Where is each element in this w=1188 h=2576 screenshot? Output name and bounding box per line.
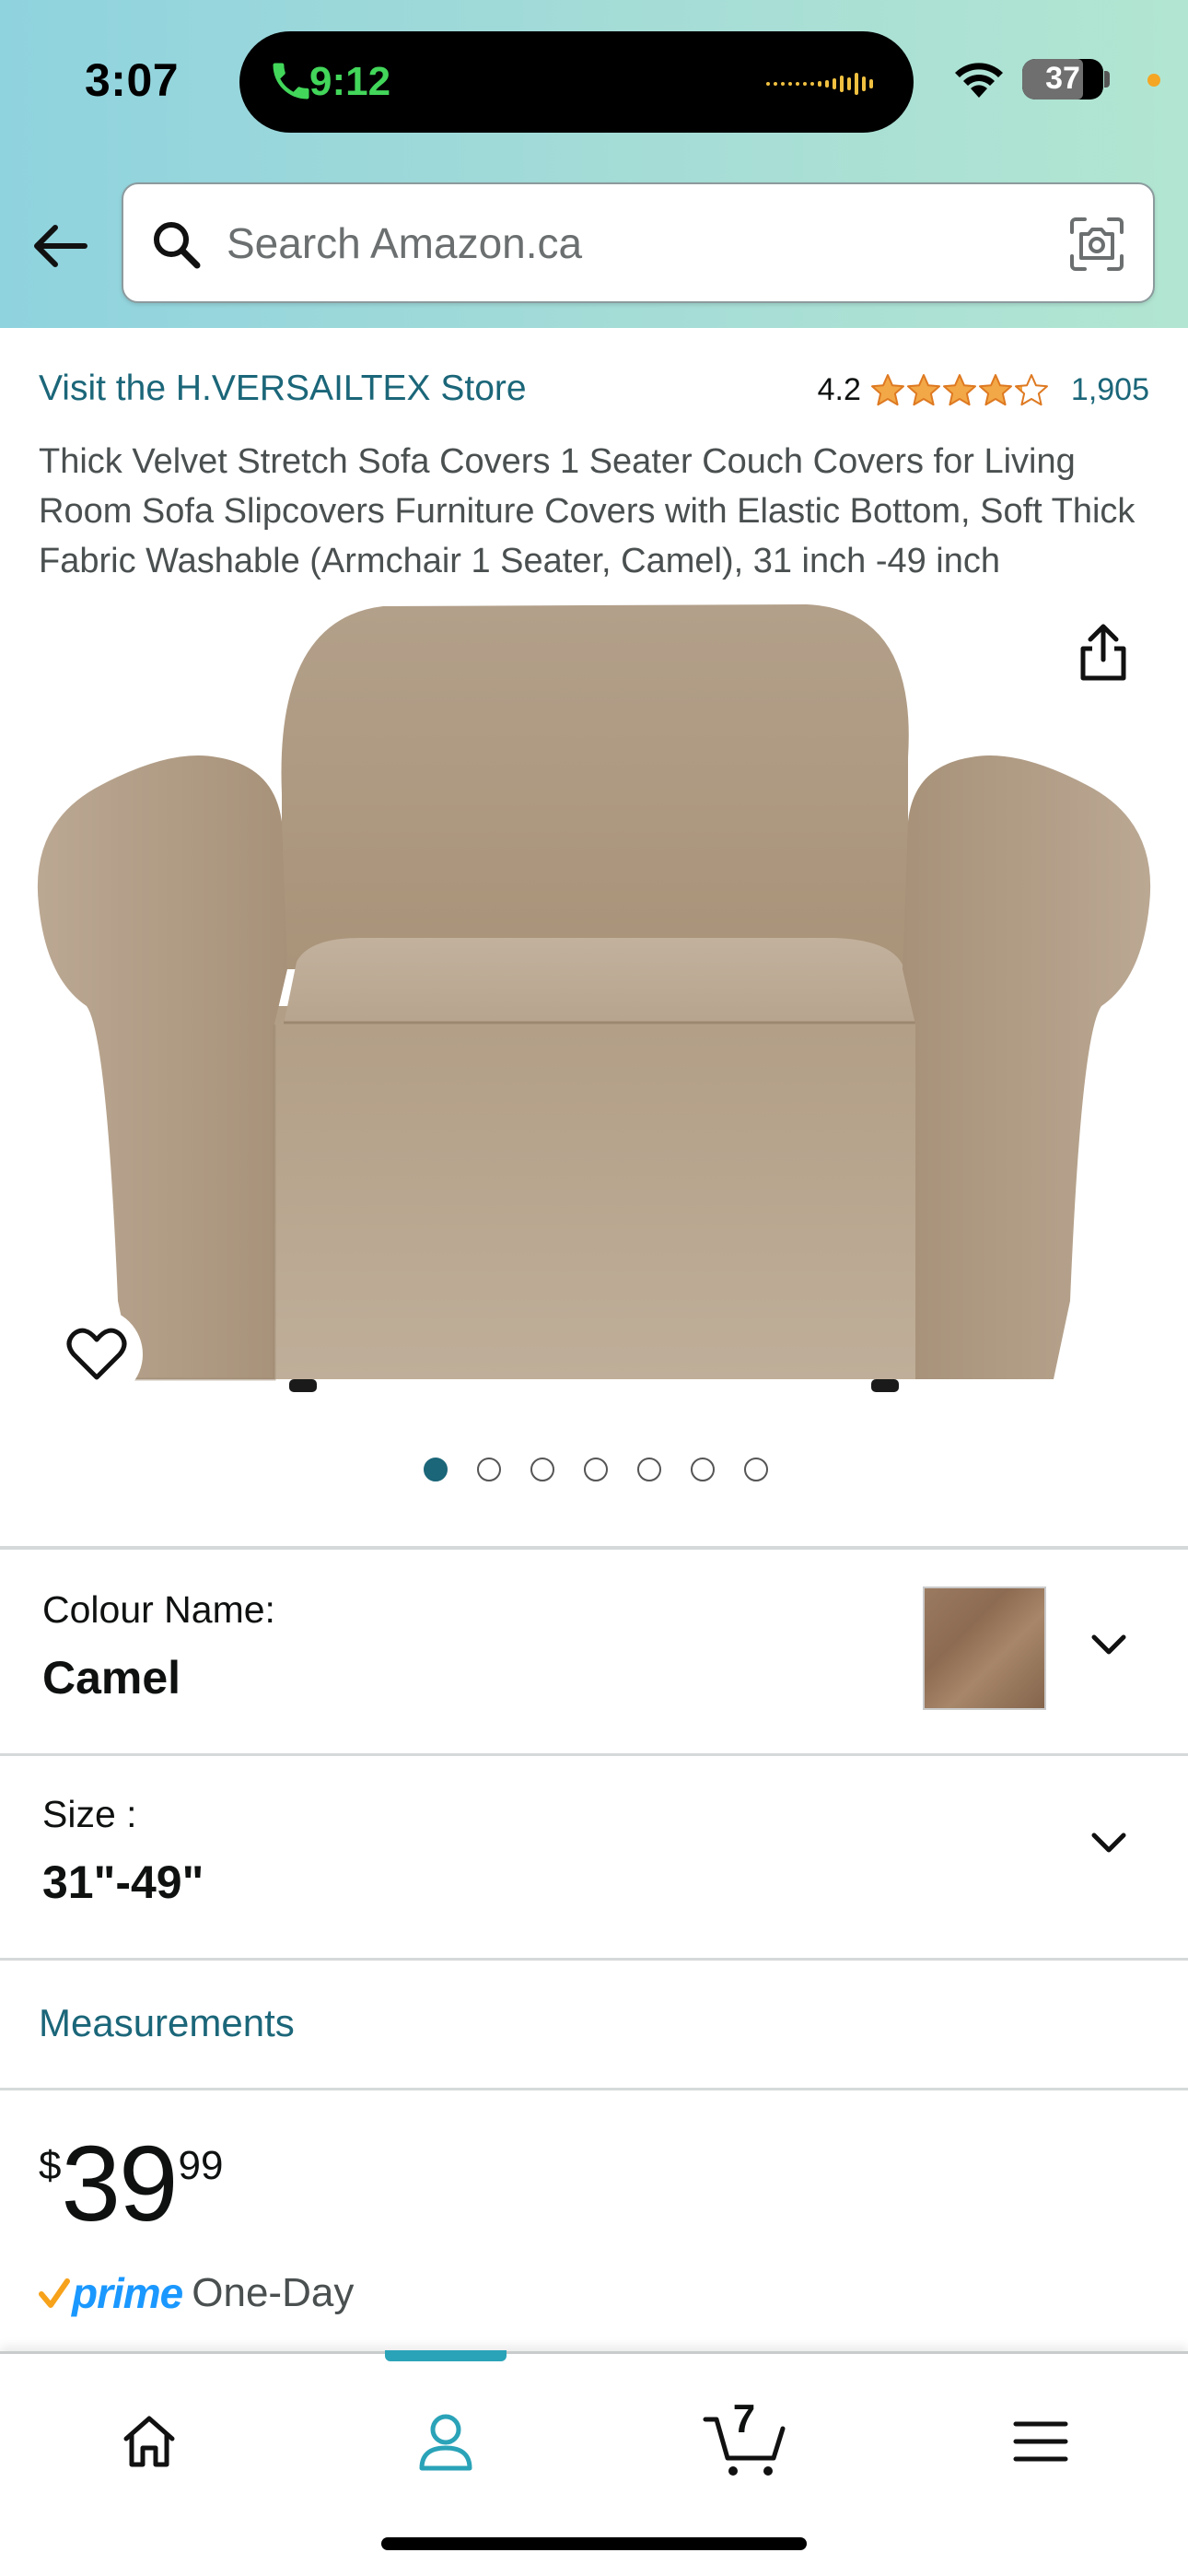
home-icon bbox=[123, 2416, 175, 2467]
star-icon bbox=[942, 373, 976, 405]
mic-indicator bbox=[1147, 74, 1160, 87]
battery-cap bbox=[1104, 71, 1110, 88]
divider bbox=[0, 1958, 1188, 1961]
divider bbox=[0, 2088, 1188, 2090]
product-title: Thick Velvet Stretch Sofa Covers 1 Seate… bbox=[39, 442, 1136, 580]
price-whole: 39 bbox=[61, 2124, 178, 2243]
product-image[interactable] bbox=[33, 601, 1155, 1402]
tab-cart[interactable]: 7 bbox=[689, 2391, 799, 2492]
search-bar[interactable] bbox=[122, 182, 1155, 303]
home-indicator[interactable] bbox=[381, 2537, 807, 2550]
tab-menu[interactable] bbox=[985, 2391, 1096, 2492]
rating-summary[interactable]: 4.2 1,905 bbox=[818, 372, 1149, 408]
top-header: 3:07 9:12 37 bbox=[0, 0, 1188, 328]
tab-home[interactable] bbox=[94, 2391, 204, 2492]
prime-delivery: prime One-Day bbox=[39, 2268, 354, 2318]
star-icon bbox=[1014, 373, 1048, 405]
chevron-down-icon[interactable] bbox=[1083, 1619, 1135, 1670]
back-arrow-icon bbox=[34, 225, 87, 267]
colour-selector[interactable]: Colour Name: Camel bbox=[0, 1550, 1188, 1754]
battery-icon: 37 bbox=[1022, 59, 1103, 100]
size-selector[interactable]: Size : 31"-49" bbox=[0, 1756, 1188, 1959]
battery-level: 37 bbox=[1045, 61, 1080, 96]
carousel-dot[interactable] bbox=[477, 1458, 501, 1481]
camera-lens-icon[interactable] bbox=[1068, 216, 1125, 273]
prime-check-icon bbox=[39, 2278, 70, 2308]
carousel-dot[interactable] bbox=[637, 1458, 661, 1481]
colour-swatch[interactable] bbox=[923, 1587, 1046, 1710]
call-duration: 9:12 bbox=[309, 59, 391, 104]
rating-number: 4.2 bbox=[817, 372, 861, 407]
menu-icon bbox=[1013, 2421, 1068, 2462]
active-tab-indicator bbox=[385, 2350, 507, 2361]
search-icon bbox=[154, 222, 201, 269]
carousel-dot[interactable] bbox=[584, 1458, 608, 1481]
size-label: Size : bbox=[42, 1793, 137, 1835]
search-input[interactable] bbox=[227, 206, 1037, 280]
carousel-dot[interactable] bbox=[424, 1458, 448, 1481]
heart-icon bbox=[66, 1328, 127, 1380]
prime-logo: prime bbox=[72, 2269, 183, 2317]
star-icon bbox=[870, 373, 904, 405]
phone-icon bbox=[273, 63, 309, 100]
carousel-dot[interactable] bbox=[530, 1458, 554, 1481]
cart-count: 7 bbox=[732, 2396, 756, 2441]
size-value: 31"-49" bbox=[42, 1856, 204, 1908]
wifi-icon bbox=[955, 63, 1003, 98]
delivery-speed: One-Day bbox=[192, 2270, 355, 2315]
share-icon[interactable] bbox=[1070, 619, 1136, 685]
back-button[interactable] bbox=[28, 214, 92, 278]
star-icon bbox=[978, 373, 1012, 405]
carousel-dot[interactable] bbox=[744, 1458, 768, 1481]
audio-wave-icon bbox=[766, 73, 873, 95]
star-rating bbox=[870, 373, 1049, 408]
review-count-link[interactable]: 1,905 bbox=[1071, 372, 1149, 408]
star-icon bbox=[906, 373, 940, 405]
price: $ 39 99 bbox=[39, 2130, 223, 2237]
price-currency: $ bbox=[39, 2143, 62, 2188]
measurements-link[interactable]: Measurements bbox=[39, 2001, 295, 2045]
account-icon bbox=[419, 2414, 472, 2471]
dynamic-island-call[interactable]: 9:12 bbox=[239, 31, 914, 133]
colour-label: Colour Name: bbox=[42, 1588, 275, 1631]
store-link[interactable]: Visit the H.VERSAILTEX Store bbox=[39, 369, 527, 409]
chevron-down-icon[interactable] bbox=[1083, 1817, 1135, 1868]
status-time: 3:07 bbox=[85, 54, 180, 106]
colour-value: Camel bbox=[42, 1652, 181, 1704]
tab-account[interactable] bbox=[390, 2391, 501, 2492]
price-fraction: 99 bbox=[178, 2143, 224, 2188]
image-carousel-dots[interactable] bbox=[0, 1458, 1188, 1481]
carousel-dot[interactable] bbox=[691, 1458, 715, 1481]
wishlist-button[interactable] bbox=[51, 1308, 143, 1400]
